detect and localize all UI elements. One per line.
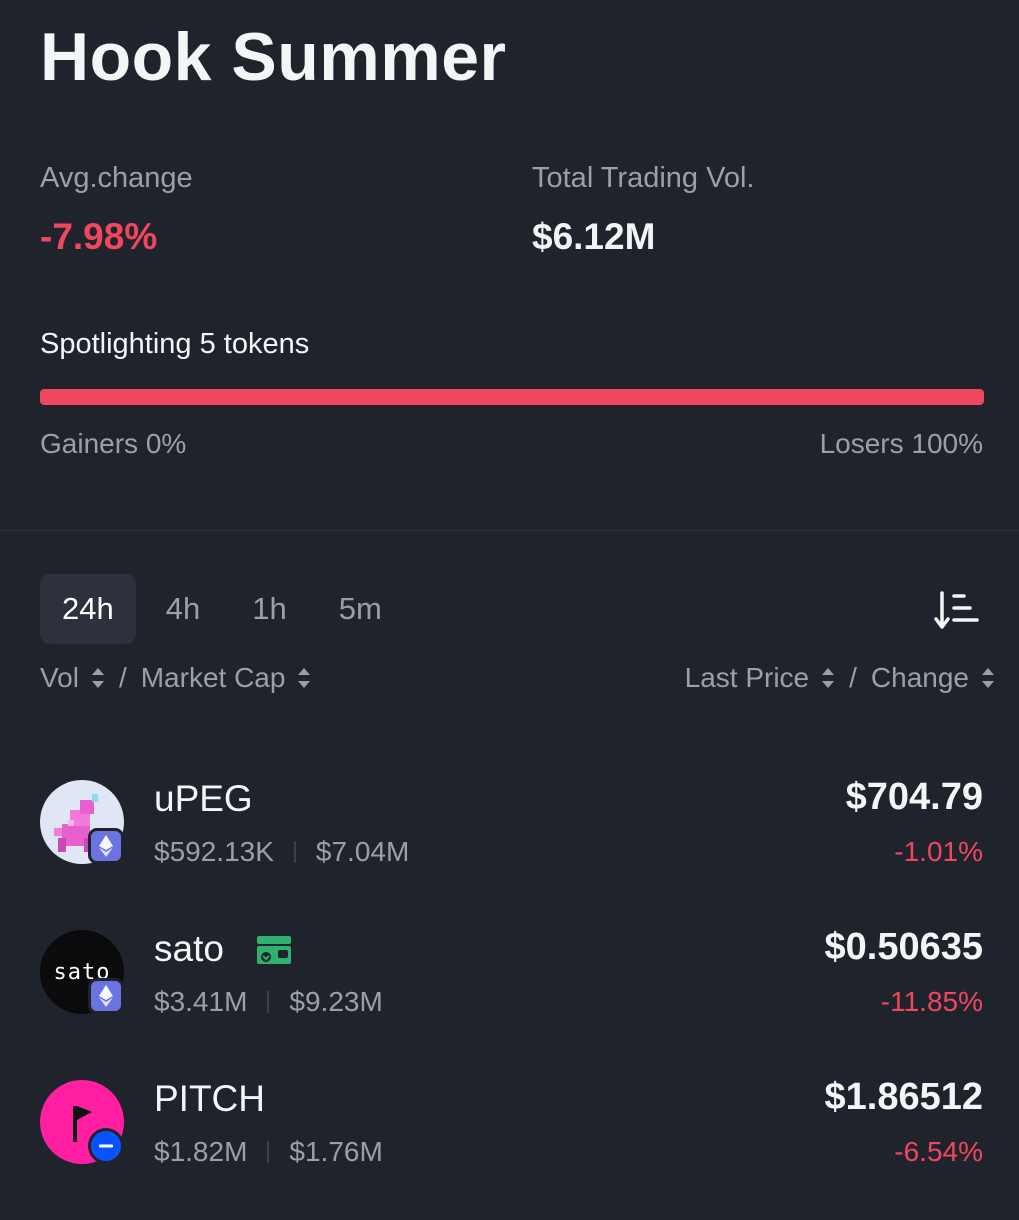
section-divider	[0, 530, 1019, 531]
token-name: uPEG	[154, 778, 253, 819]
token-price: $0.50635	[824, 926, 984, 968]
token-price: $704.79	[845, 776, 983, 818]
column-separator: /	[849, 662, 857, 693]
token-volume: $1.82M	[154, 1136, 248, 1167]
sort-caret-icon[interactable]	[981, 666, 995, 690]
page-title: Hook Summer	[40, 19, 507, 95]
gainers-losers-bar	[40, 389, 984, 405]
spotlight-label: Spotlighting 5 tokens	[40, 328, 310, 360]
token-row-pitch[interactable]: PITCH $1.82M $1.76M $1.86512 -6.54%	[0, 1076, 1019, 1220]
stat-divider	[267, 991, 270, 1013]
losers-label: Losers 100%	[819, 428, 983, 459]
base-chain-badge	[88, 1128, 124, 1164]
avg-change-label: Avg.change	[40, 162, 193, 194]
token-vol-mcap: $3.41M $9.23M	[154, 986, 383, 1018]
column-separator: /	[118, 662, 127, 693]
base-icon	[99, 1144, 113, 1148]
ethereum-chain-badge	[88, 828, 124, 864]
token-volume: $3.41M	[154, 986, 248, 1017]
token-row-upeg[interactable]: uPEG $592.13K $7.04M $704.79 -1.01%	[0, 776, 1019, 920]
total-volume-label: Total Trading Vol.	[532, 162, 755, 194]
column-header-left: Vol / Market Cap	[40, 662, 325, 694]
token-market-cap: $7.04M	[315, 836, 410, 867]
tab-4h[interactable]: 4h	[144, 574, 222, 644]
tab-24h[interactable]: 24h	[40, 574, 136, 644]
gainers-label: Gainers 0%	[40, 428, 187, 459]
losers-bar-fill	[40, 389, 984, 405]
wallet-badge-icon	[257, 936, 291, 964]
token-vol-mcap: $592.13K $7.04M	[154, 836, 409, 868]
stat-divider	[267, 1141, 270, 1163]
token-volume: $592.13K	[154, 836, 274, 867]
token-change: -6.54%	[894, 1136, 983, 1167]
timeframe-tabs: 24h 4h 1h 5m	[40, 574, 412, 644]
token-vol-mcap: $1.82M $1.76M	[154, 1136, 383, 1168]
ethereum-chain-badge	[88, 978, 124, 1014]
ethereum-icon	[99, 985, 113, 1007]
token-market-cap: $1.76M	[289, 1136, 383, 1167]
total-volume-value: $6.12M	[532, 216, 656, 257]
vol-sort-header[interactable]: Vol	[40, 662, 79, 694]
token-market-cap: $9.23M	[289, 986, 383, 1017]
last-price-sort-header[interactable]: Last Price	[685, 662, 810, 694]
change-sort-header[interactable]: Change	[871, 662, 969, 694]
token-row-sato[interactable]: sato sato $3.41M $9.23M $0.50635 -11.85%	[0, 926, 1019, 1070]
stat-divider	[293, 841, 296, 863]
token-change: -11.85%	[880, 986, 983, 1017]
tab-5m[interactable]: 5m	[317, 574, 404, 644]
ethereum-icon	[99, 835, 113, 857]
sort-order-icon[interactable]	[934, 590, 980, 632]
sort-caret-icon[interactable]	[821, 666, 835, 690]
market-cap-sort-header[interactable]: Market Cap	[141, 662, 286, 694]
column-header-right: Last Price / Change	[685, 662, 995, 694]
token-price: $1.86512	[824, 1076, 984, 1118]
token-name: sato	[154, 928, 224, 969]
sort-caret-icon[interactable]	[91, 666, 105, 690]
token-name: PITCH	[154, 1078, 265, 1119]
avg-change-value: -7.98%	[40, 216, 158, 257]
sort-caret-icon[interactable]	[297, 666, 311, 690]
token-change: -1.01%	[894, 836, 983, 867]
tab-1h[interactable]: 1h	[230, 574, 308, 644]
